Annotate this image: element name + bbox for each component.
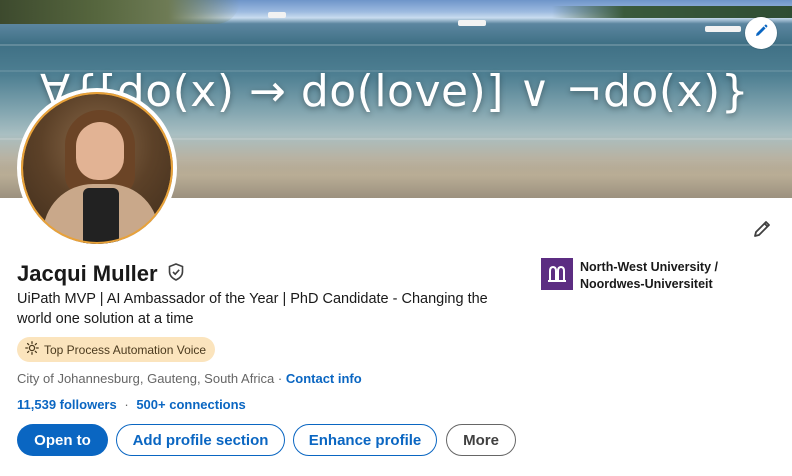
network-stats: 11,539 followers · 500+ connections [17,397,246,412]
contact-info-link[interactable]: Contact info [286,371,362,386]
education-link[interactable]: North-West University / Noordwes-Univers… [541,258,718,293]
profile-avatar[interactable] [17,88,177,248]
university-name: North-West University / Noordwes-Univers… [580,259,718,293]
connections-link[interactable]: 500+ connections [136,397,245,412]
banner-island [0,0,240,24]
profile-headline: UiPath MVP | AI Ambassador of the Year |… [17,291,488,327]
top-voice-badge[interactable]: Top Process Automation Voice [17,337,216,362]
pencil-icon [753,23,769,44]
profile-top-card: ∀{[do(x) → do(love)] ∨ ¬do(x)} Jacqui Mu… [0,0,792,476]
sun-icon [25,341,39,358]
edit-banner-button[interactable] [745,17,777,49]
university-name-line1: North-West University / [580,260,718,274]
banner-boat [705,26,741,32]
avatar-ring [21,92,173,244]
location-text: City of Johannesburg, Gauteng, South Afr… [17,371,275,386]
verified-shield-icon[interactable] [166,262,186,287]
location-separator: · [277,371,283,386]
open-to-button[interactable]: Open to [17,424,108,456]
location-row: City of Johannesburg, Gauteng, South Afr… [17,371,362,386]
profile-name: Jacqui Muller [17,261,158,286]
enhance-profile-button[interactable]: Enhance profile [293,424,437,456]
university-logo [541,258,573,290]
banner-far-shore [552,6,792,18]
stats-separator: · [124,397,129,412]
university-name-line2: Noordwes-Universiteit [580,277,713,291]
add-profile-section-button[interactable]: Add profile section [116,424,285,456]
edit-intro-button[interactable] [747,216,777,246]
banner-ripple [0,44,792,46]
more-button[interactable]: More [446,424,516,456]
name-row: Jacqui Muller [17,261,186,287]
banner-boat [268,12,286,18]
pencil-icon [751,218,773,245]
followers-link[interactable]: 11,539 followers [17,397,117,412]
top-voice-label: Top Process Automation Voice [44,342,207,357]
banner-boat [458,20,486,26]
